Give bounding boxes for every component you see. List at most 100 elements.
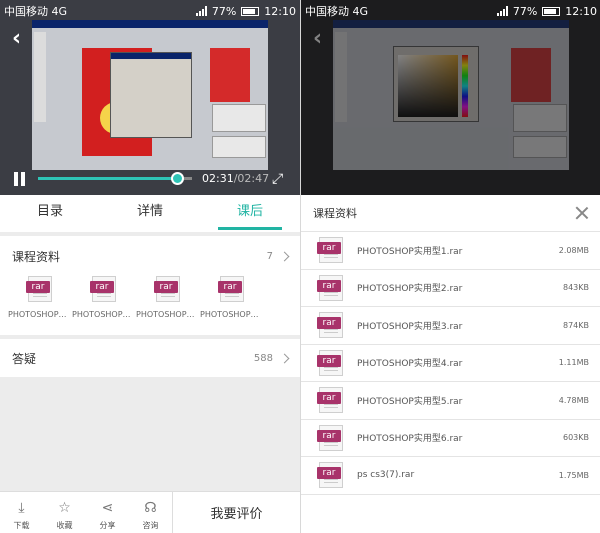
- materials-panel-header: 课程资料: [301, 195, 600, 232]
- list-item[interactable]: rar PHOTOSHOP实用型6.rar 603KB: [301, 420, 600, 457]
- qa-count: 588: [253, 352, 273, 364]
- battery-icon: [542, 6, 561, 16]
- file-name: PHOTOSHOP实用型5.rar: [357, 396, 463, 407]
- list-item[interactable]: rar PHOTOSHOP实用型1.rar 2.08MB: [301, 232, 600, 270]
- file-name: ps cs3(7).rar: [357, 470, 415, 481]
- share-label: 分享: [99, 521, 116, 530]
- material-tile[interactable]: rar PHOTOSHOP实用型1.rar: [8, 276, 72, 320]
- video-player-dimmed: ‹: [301, 0, 600, 195]
- rar-file-icon: rar: [317, 237, 343, 264]
- materials-header[interactable]: 课程资料 7: [0, 236, 300, 276]
- download-label: 下载: [13, 521, 30, 530]
- bottom-action-bar: ⤓ 下载 ☆ 收藏 ⋖ 分享 ☊ 咨询 我要评价: [0, 491, 300, 533]
- course-screen: ‹ 02:31/02:47 ⤢ 中国移动 4G 77% 12:10 目录 详情 …: [0, 0, 300, 533]
- material-name: PHOTOSHOP实用型4.rar: [200, 310, 264, 319]
- download-icon: ⤓: [18, 500, 25, 516]
- rar-file-icon: rar: [218, 276, 244, 302]
- carrier-label: 中国移动 4G: [4, 5, 68, 18]
- rar-file-icon: rar: [317, 462, 343, 489]
- qa-title: 答疑: [12, 351, 37, 366]
- tab-catalog[interactable]: 目录: [0, 195, 100, 232]
- carrier-label: 中国移动 4G: [305, 5, 369, 18]
- video-progress-fill: [38, 177, 178, 180]
- list-item[interactable]: rar PHOTOSHOP实用型2.rar 843KB: [301, 270, 600, 307]
- video-progress-handle[interactable]: [171, 172, 185, 185]
- tab-details[interactable]: 详情: [100, 195, 200, 232]
- signal-icon: [195, 6, 207, 16]
- video-frame: [32, 20, 268, 170]
- star-icon: ☆: [58, 500, 71, 516]
- file-name: PHOTOSHOP实用型3.rar: [357, 321, 463, 332]
- battery-percent: 77%: [512, 4, 538, 18]
- materials-files: rar PHOTOSHOP实用型1.rar rar PHOTOSHOP实用型2.…: [0, 276, 300, 320]
- rar-file-icon: rar: [317, 349, 343, 376]
- battery-percent: 77%: [211, 4, 237, 18]
- battery-icon: [241, 6, 260, 16]
- qa-section[interactable]: 答疑 588: [0, 339, 300, 377]
- chevron-right-icon: [279, 353, 290, 363]
- qa-header[interactable]: 答疑 588: [0, 339, 300, 377]
- material-tile[interactable]: rar PHOTOSHOP实用型4.rar: [200, 276, 264, 320]
- file-size: 843KB: [562, 283, 589, 293]
- file-size: 874KB: [562, 320, 589, 330]
- share-button[interactable]: ⋖ 分享: [86, 492, 129, 533]
- consult-label: 咨询: [142, 521, 159, 530]
- rar-file-icon: rar: [317, 424, 343, 451]
- video-progress-bar[interactable]: [38, 172, 192, 185]
- file-name: PHOTOSHOP实用型2.rar: [357, 284, 463, 295]
- review-button[interactable]: 我要评价: [172, 492, 300, 533]
- tab-after-class[interactable]: 课后: [200, 195, 300, 232]
- materials-panel-title: 课程资料: [313, 207, 357, 220]
- materials-count: 7: [266, 250, 273, 262]
- material-name: PHOTOSHOP实用型1.rar: [8, 310, 72, 319]
- rar-file-icon: rar: [317, 312, 343, 339]
- chevron-right-icon: [279, 251, 290, 261]
- video-frame: [333, 20, 569, 170]
- current-time: 02:31: [202, 172, 234, 185]
- rar-file-icon: rar: [90, 276, 116, 302]
- rar-file-icon: rar: [317, 387, 343, 414]
- material-tile[interactable]: rar PHOTOSHOP实用型3.rar: [136, 276, 200, 320]
- file-size: 2.08MB: [558, 245, 589, 255]
- pause-icon[interactable]: [14, 172, 26, 186]
- materials-list: rar PHOTOSHOP实用型1.rar 2.08MB rar PHOTOSH…: [301, 232, 600, 495]
- status-bar: 中国移动 4G 77% 12:10: [301, 0, 600, 22]
- rar-file-icon: rar: [317, 274, 343, 301]
- clock: 12:10: [264, 4, 296, 18]
- fullscreen-icon[interactable]: ⤢: [272, 171, 286, 187]
- signal-icon: [496, 6, 508, 16]
- video-player[interactable]: ‹ 02:31/02:47 ⤢: [0, 0, 300, 195]
- favorite-label: 收藏: [56, 521, 73, 530]
- close-icon[interactable]: [575, 206, 589, 220]
- materials-screen: ‹ 中国移动 4G 77% 12:10 课程资料 rar PHOTOSHOP实用…: [300, 0, 600, 533]
- material-name: PHOTOSHOP实用型2.rar: [72, 310, 136, 319]
- back-arrow-icon[interactable]: ‹: [313, 28, 322, 50]
- list-item[interactable]: rar PHOTOSHOP实用型4.rar 1.11MB: [301, 345, 600, 382]
- file-size: 1.11MB: [558, 358, 589, 368]
- file-size: 4.78MB: [558, 395, 589, 405]
- course-tabs: 目录 详情 课后: [0, 195, 300, 232]
- list-item[interactable]: rar PHOTOSHOP实用型5.rar 4.78MB: [301, 382, 600, 420]
- rar-file-icon: rar: [26, 276, 52, 302]
- share-icon: ⋖: [101, 500, 114, 516]
- back-arrow-icon[interactable]: ‹: [12, 28, 21, 50]
- file-name: PHOTOSHOP实用型1.rar: [357, 246, 463, 257]
- materials-title: 课程资料: [12, 249, 61, 264]
- list-item[interactable]: rar PHOTOSHOP实用型3.rar 874KB: [301, 307, 600, 345]
- materials-section: 课程资料 7 rar PHOTOSHOP实用型1.rar rar PHOTOSH…: [0, 236, 300, 335]
- download-button[interactable]: ⤓ 下载: [0, 492, 43, 533]
- material-tile[interactable]: rar PHOTOSHOP实用型2.rar: [72, 276, 136, 320]
- file-name: PHOTOSHOP实用型4.rar: [357, 359, 463, 370]
- rar-file-icon: rar: [154, 276, 180, 302]
- material-name: PHOTOSHOP实用型3.rar: [136, 310, 200, 319]
- total-time: /02:47: [233, 172, 270, 185]
- status-bar: 中国移动 4G 77% 12:10: [0, 0, 300, 22]
- video-controls: 02:31/02:47 ⤢: [0, 163, 300, 195]
- favorite-button[interactable]: ☆ 收藏: [43, 492, 86, 533]
- clock: 12:10: [565, 4, 597, 18]
- video-time: 02:31/02:47: [202, 172, 269, 185]
- consult-button[interactable]: ☊ 咨询: [129, 492, 172, 533]
- file-size: 603KB: [562, 433, 589, 443]
- file-name: PHOTOSHOP实用型6.rar: [357, 434, 463, 445]
- list-item[interactable]: rar ps cs3(7).rar 1.75MB: [301, 457, 600, 495]
